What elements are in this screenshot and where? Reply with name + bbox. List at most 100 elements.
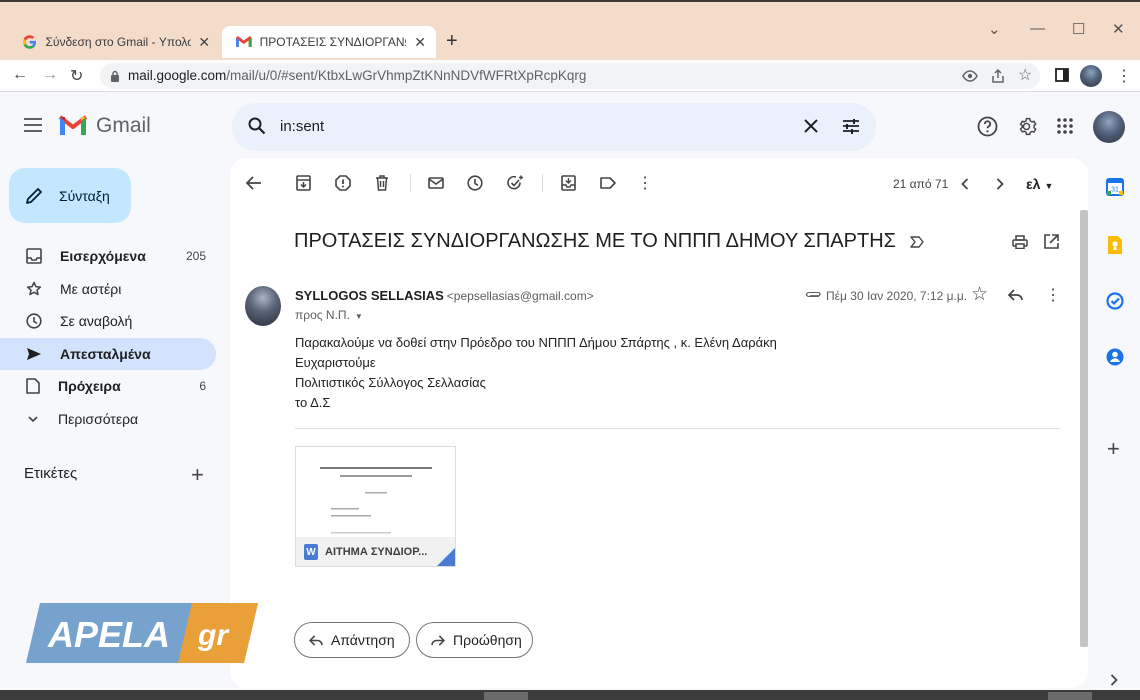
search-bar[interactable] xyxy=(232,103,876,151)
minimize-icon[interactable]: — xyxy=(1030,20,1045,37)
attachment-footer: W ΑΙΤΗΜΑ ΣΥΝΔΙΟΡ... xyxy=(296,537,455,566)
share-icon[interactable] xyxy=(990,68,1006,84)
more-actions-icon[interactable]: ⋮ xyxy=(637,173,653,193)
message-more-icon[interactable]: ⋮ xyxy=(1045,285,1061,305)
inbox-icon xyxy=(26,248,42,264)
apps-grid-icon[interactable] xyxy=(1057,118,1073,134)
send-icon xyxy=(27,348,41,360)
sender-avatar[interactable] xyxy=(245,286,281,326)
reply-label: Απάντηση xyxy=(331,632,395,648)
clear-search-icon[interactable] xyxy=(804,119,818,133)
sidebar-item-drafts[interactable]: Πρόχειρα 6 xyxy=(0,370,216,402)
recipient-details[interactable]: προς Ν.Π. ▼ xyxy=(295,308,363,322)
sidebar-item-starred[interactable]: Με αστέρι xyxy=(0,273,216,305)
maximize-icon[interactable]: ☐ xyxy=(1072,20,1085,38)
compose-button[interactable]: Σύνταξη xyxy=(9,168,131,223)
trash-icon[interactable] xyxy=(375,175,389,191)
url-bar[interactable]: mail.google.com/mail/u/0/#sent/KtbxLwGrV… xyxy=(100,63,1040,89)
sidebar-item-sent[interactable]: Απεσταλμένα xyxy=(0,338,216,370)
tab-gmail-message[interactable]: ΠΡΟΤΑΣΕΙΣ ΣΥΝΔΙΟΡΓΑΝΩΣΗΣ Μ ✕ xyxy=(222,26,436,58)
chevron-right-icon[interactable] xyxy=(996,178,1004,190)
archive-icon[interactable] xyxy=(296,175,311,191)
recipient-text: προς Ν.Π. xyxy=(295,308,350,322)
window-close-icon[interactable]: ✕ xyxy=(1112,20,1125,38)
star-icon xyxy=(26,281,42,296)
snooze-icon[interactable] xyxy=(467,175,483,191)
reply-button[interactable]: Απάντηση xyxy=(294,622,410,658)
back-to-list-icon[interactable] xyxy=(246,176,262,190)
tab-search-icon[interactable]: ⌄ xyxy=(988,20,1001,38)
add-to-tasks-icon[interactable] xyxy=(507,175,524,191)
tab-gmail-login[interactable]: Σύνδεση στο Gmail - Υπολογιστ ✕ xyxy=(8,26,220,58)
email-subject: ΠΡΟΤΑΣΕΙΣ ΣΥΝΔΙΟΡΓΑΝΩΣΗΣ ΜΕ ΤΟ ΝΠΠΠ ΔΗΜΟ… xyxy=(294,230,924,253)
sidebar-item-label: Απεσταλμένα xyxy=(60,346,151,362)
add-addon-icon[interactable]: + xyxy=(1107,436,1120,462)
side-panel-icon[interactable] xyxy=(1055,68,1069,82)
url-text: mail.google.com/mail/u/0/#sent/KtbxLwGrV… xyxy=(128,68,586,83)
scrollbar-thumb[interactable] xyxy=(1080,210,1088,647)
toolbar-divider xyxy=(410,174,411,192)
contacts-icon[interactable] xyxy=(1106,348,1124,366)
sidebar-item-count: 205 xyxy=(185,249,206,263)
calendar-icon[interactable]: 31 xyxy=(1106,177,1124,196)
open-new-window-icon[interactable] xyxy=(1044,234,1059,249)
gmail-logo-icon[interactable] xyxy=(58,113,88,137)
sidebar-item-more[interactable]: Περισσότερα xyxy=(0,403,216,435)
sidebar-item-label: Πρόχειρα xyxy=(58,378,121,394)
close-icon[interactable]: ✕ xyxy=(197,34,212,51)
url-path: /mail/u/0/#sent/KtbxLwGrVhmpZtKNnNDVfWFR… xyxy=(226,68,587,83)
account-avatar[interactable] xyxy=(1093,111,1125,143)
add-label-icon[interactable]: + xyxy=(191,462,204,488)
mark-unread-icon[interactable] xyxy=(428,177,444,189)
email-body-line: Πολιτιστικός Σύλλογος Σελλασίας xyxy=(295,375,486,390)
help-icon[interactable] xyxy=(977,116,998,137)
forward-button[interactable]: Προώθηση xyxy=(416,622,533,658)
forward-icon xyxy=(431,634,445,646)
taskbar-item[interactable] xyxy=(1048,692,1092,700)
reply-icon[interactable] xyxy=(1008,289,1023,301)
move-to-icon[interactable] xyxy=(561,175,576,191)
label-icon[interactable] xyxy=(600,177,616,189)
new-tab-button[interactable]: + xyxy=(446,30,458,53)
attachment-name: ΑΙΤΗΜΑ ΣΥΝΔΙΟΡ... xyxy=(325,546,428,558)
forward-label: Προώθηση xyxy=(453,632,522,648)
search-icon[interactable] xyxy=(248,117,266,135)
star-message-icon[interactable]: ☆ xyxy=(971,283,988,306)
keep-icon[interactable] xyxy=(1106,235,1124,255)
importance-marker-icon[interactable] xyxy=(909,236,924,248)
toolbar-divider xyxy=(542,174,543,192)
attachment-preview xyxy=(296,447,455,537)
chevron-left-icon[interactable] xyxy=(961,178,969,190)
input-language-label: ελ xyxy=(1026,176,1041,192)
attachment-card[interactable]: W ΑΙΤΗΜΑ ΣΥΝΔΙΟΡ... xyxy=(295,446,456,567)
report-spam-icon[interactable] xyxy=(335,175,351,191)
sidebar-item-inbox[interactable]: Εισερχόμενα 205 xyxy=(0,240,216,272)
kebab-menu-icon[interactable]: ⋮ xyxy=(1116,66,1132,86)
forward-arrow-icon[interactable]: → xyxy=(42,66,58,84)
hamburger-menu-icon[interactable] xyxy=(24,118,42,132)
search-input[interactable] xyxy=(280,118,780,135)
sidebar-item-label: Σε αναβολή xyxy=(60,313,133,329)
close-icon[interactable]: ✕ xyxy=(412,34,428,51)
tasks-icon[interactable] xyxy=(1106,292,1124,310)
input-language-selector[interactable]: ελ ▼ xyxy=(1026,176,1053,192)
eye-icon[interactable] xyxy=(962,69,978,83)
google-g-icon xyxy=(22,35,37,49)
reload-icon[interactable]: ↻ xyxy=(70,66,83,86)
settings-gear-icon[interactable] xyxy=(1016,116,1037,137)
gmail-logo-text[interactable]: Gmail xyxy=(96,114,151,138)
profile-avatar[interactable] xyxy=(1080,65,1102,87)
lock-icon[interactable] xyxy=(110,70,120,82)
print-icon[interactable] xyxy=(1012,235,1028,249)
expand-panel-icon[interactable] xyxy=(1110,674,1118,686)
watermark-suffix-text: gr xyxy=(197,619,230,652)
sidebar-item-snoozed[interactable]: Σε αναβολή xyxy=(0,305,216,337)
search-options-icon[interactable] xyxy=(842,117,860,135)
pager-count: 21 από 71 xyxy=(893,177,949,191)
back-arrow-icon[interactable]: ← xyxy=(12,66,28,84)
sidebar-item-count: 6 xyxy=(199,379,206,393)
bookmark-star-icon[interactable]: ☆ xyxy=(1018,65,1032,85)
svg-text:31: 31 xyxy=(1111,187,1119,194)
taskbar-item[interactable] xyxy=(484,692,528,700)
sender-name[interactable]: SYLLOGOS SELLASIAS xyxy=(295,288,444,303)
